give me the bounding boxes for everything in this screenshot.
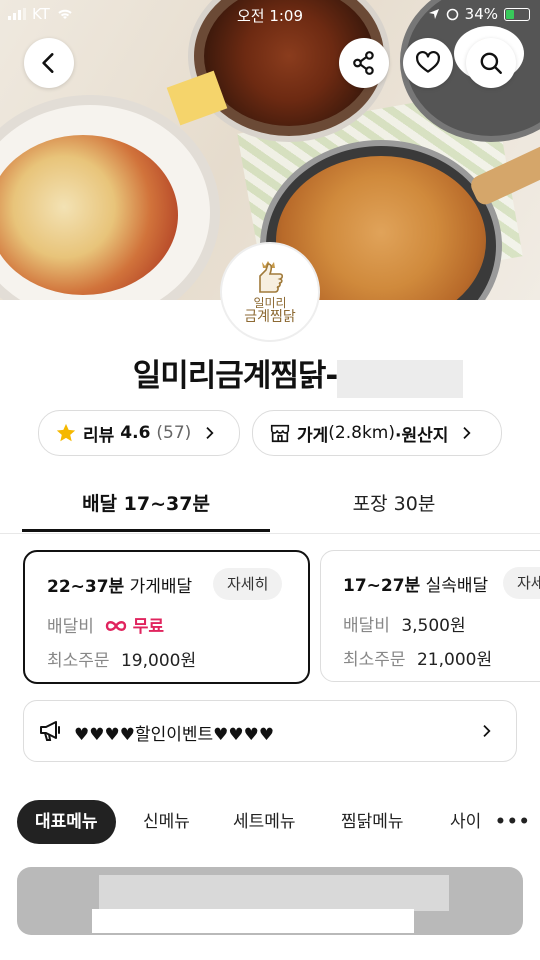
min-order-label: 최소주문	[47, 651, 110, 671]
store-origin-label: ·원산지	[395, 425, 449, 446]
delivery-time: 17~27분	[343, 576, 421, 596]
store-icon	[270, 424, 290, 443]
delivery-fee-row: 배달비 무료	[47, 612, 164, 637]
min-order-row: 최소주문 19,000원	[47, 646, 196, 671]
delivery-option-title: 22~37분 가게배달	[47, 572, 192, 597]
store-distance: (2.8km)	[328, 423, 395, 443]
delivery-option-card[interactable]: 17~27분 실속배달 자세 배달비 3,500원 최소주문 21,000원	[320, 550, 540, 682]
battery-percent: 34%	[464, 5, 498, 23]
megaphone-icon	[40, 721, 60, 741]
back-button[interactable]	[24, 38, 74, 88]
detail-button[interactable]: 자세	[503, 567, 540, 599]
location-icon	[428, 9, 439, 19]
menu-category-tabs: 대표메뉴 신메뉴 세트메뉴 찜닭메뉴 사이 •••	[0, 800, 540, 848]
star-icon	[56, 423, 76, 442]
min-order-value: 21,000원	[416, 650, 493, 670]
tab-active-indicator	[22, 529, 270, 532]
review-button[interactable]: 리뷰 4.6 (57)	[38, 410, 240, 456]
min-order-row: 최소주문 21,000원	[343, 645, 492, 670]
tab-delivery[interactable]: 배달 17~37분	[22, 489, 270, 516]
delivery-time: 22~37분	[47, 577, 125, 597]
category-chip[interactable]: 사이	[450, 800, 481, 844]
delivery-option-title: 17~27분 실속배달	[343, 571, 488, 596]
menu-item-preview	[17, 867, 523, 935]
redacted-block	[99, 875, 449, 911]
chevron-right-icon	[463, 427, 471, 439]
order-type-tabs: 배달 17~37분 포장 30분	[0, 475, 540, 534]
search-button[interactable]	[466, 38, 516, 88]
chevron-left-icon	[42, 53, 54, 73]
delivery-option-card[interactable]: 22~37분 가게배달 자세히 배달비 무료 최소주문 19,000원	[23, 550, 310, 684]
share-icon	[353, 51, 374, 75]
delivery-type: 실속배달	[425, 576, 489, 596]
food-plate	[0, 95, 220, 300]
redacted-block	[92, 909, 414, 933]
logo-text-top: 일미리	[253, 296, 287, 310]
infinity-icon	[106, 621, 127, 631]
min-order-label: 최소주문	[343, 650, 406, 670]
status-bar: KT 오전 1:09 34%	[0, 0, 540, 30]
tab-pickup[interactable]: 포장 30분	[270, 489, 518, 516]
store-info-prefix: 가게	[297, 425, 329, 446]
delivery-fee-label: 배달비	[47, 617, 94, 637]
chevron-right-icon	[206, 427, 214, 439]
favorite-button[interactable]	[403, 38, 453, 88]
review-count: (57)	[156, 423, 192, 443]
delivery-fee-label: 배달비	[343, 616, 390, 636]
search-icon	[480, 52, 502, 74]
min-order-value: 19,000원	[120, 651, 197, 671]
share-button[interactable]	[339, 38, 389, 88]
category-chip[interactable]: 세트메뉴	[233, 800, 296, 844]
store-logo: 일미리 금계찜닭	[220, 242, 320, 342]
delivery-type: 가게배달	[129, 577, 193, 597]
event-banner[interactable]: ♥♥♥♥할인이벤트♥♥♥♥	[23, 700, 517, 762]
delivery-fee-value: 무료	[132, 617, 165, 637]
review-rating: 4.6	[120, 423, 151, 443]
store-info-button[interactable]: 가게 (2.8km) ·원산지	[252, 410, 502, 456]
heart-icon	[416, 50, 440, 73]
delivery-fee-value: 3,500원	[401, 616, 466, 636]
category-chip-active[interactable]: 대표메뉴	[17, 800, 116, 844]
thumbs-up-chicken-icon	[259, 261, 284, 293]
event-text: ♥♥♥♥할인이벤트♥♥♥♥	[74, 725, 275, 745]
logo-text-bottom: 금계찜닭	[244, 309, 296, 325]
category-chip[interactable]: 신메뉴	[143, 800, 190, 844]
category-chip[interactable]: 찜닭메뉴	[341, 800, 404, 844]
alarm-icon	[446, 8, 458, 20]
more-categories-icon[interactable]: •••	[495, 800, 531, 844]
chevron-right-icon	[483, 725, 491, 737]
delivery-fee-row: 배달비 3,500원	[343, 611, 466, 636]
review-label: 리뷰	[83, 425, 115, 446]
battery-icon	[504, 7, 530, 21]
redacted-block	[337, 360, 463, 398]
detail-button[interactable]: 자세히	[213, 568, 283, 600]
